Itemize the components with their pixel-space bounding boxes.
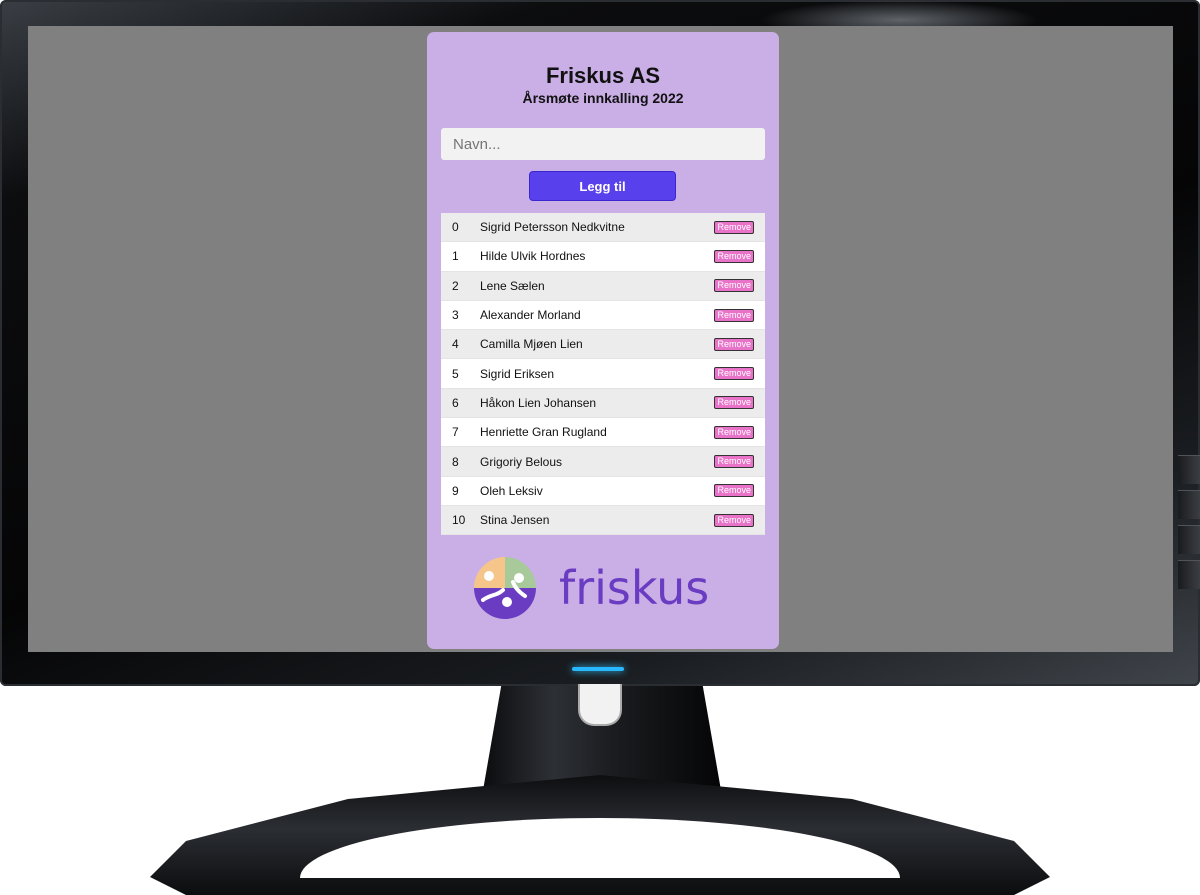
power-led <box>572 667 624 671</box>
row-name: Håkon Lien Johansen <box>480 395 597 410</box>
row-name: Stina Jensen <box>480 513 550 528</box>
add-button[interactable]: Legg til <box>529 171 676 201</box>
row-name: Henriette Gran Rugland <box>480 425 607 440</box>
row-name: Sigrid Eriksen <box>480 366 555 381</box>
friskus-logo-icon <box>474 557 536 619</box>
list-item: 1 Hilde Ulvik Hordnes Remove <box>441 242 765 272</box>
list-item: 4 Camilla Mjøen Lien Remove <box>441 330 765 360</box>
monitor-button <box>1178 490 1200 519</box>
list-item: 0 Sigrid Petersson Nedkvitne Remove <box>441 213 765 243</box>
row-index: 10 <box>452 513 466 528</box>
list-item: 10 Stina Jensen Remove <box>441 505 765 536</box>
list-item: 2 Lene Sælen Remove <box>441 271 765 301</box>
row-index: 9 <box>452 483 459 498</box>
row-index: 1 <box>452 249 459 264</box>
monitor-neck-hole <box>578 684 622 726</box>
row-name: Hilde Ulvik Hordnes <box>480 249 586 264</box>
row-name: Lene Sælen <box>480 278 545 293</box>
row-index: 5 <box>452 366 459 381</box>
remove-button[interactable]: Remove <box>714 484 754 498</box>
remove-button[interactable]: Remove <box>714 367 754 381</box>
row-name: Grigoriy Belous <box>480 454 563 469</box>
app-subtitle: Årsmøte innkalling 2022 <box>522 90 684 106</box>
monitor-screen: Friskus AS Årsmøte innkalling 2022 Legg … <box>28 26 1173 652</box>
row-index: 8 <box>452 454 459 469</box>
remove-button[interactable]: Remove <box>714 396 754 410</box>
list-item: 6 Håkon Lien Johansen Remove <box>441 388 765 419</box>
list-item: 8 Grigoriy Belous Remove <box>441 447 765 477</box>
row-name: Sigrid Petersson Nedkvitne <box>480 220 625 235</box>
remove-button[interactable]: Remove <box>714 337 754 351</box>
remove-button[interactable]: Remove <box>714 308 754 322</box>
row-index: 2 <box>452 278 459 293</box>
logo-wordmark: friskus <box>559 561 710 615</box>
row-index: 0 <box>452 220 459 235</box>
app-title: Friskus AS <box>545 63 661 88</box>
remove-button[interactable]: Remove <box>714 425 754 439</box>
monitor-button <box>1178 560 1200 589</box>
monitor-frame: Friskus AS Årsmøte innkalling 2022 Legg … <box>0 0 1200 686</box>
row-index: 6 <box>452 395 459 410</box>
monitor-side-buttons <box>1178 455 1200 589</box>
row-name: Camilla Mjøen Lien <box>480 337 583 352</box>
remove-button[interactable]: Remove <box>714 279 754 293</box>
remove-button[interactable]: Remove <box>714 249 754 263</box>
list-item: 9 Oleh Leksiv Remove <box>441 476 765 506</box>
row-index: 4 <box>452 337 459 352</box>
list-item: 7 Henriette Gran Rugland Remove <box>441 418 765 448</box>
name-input[interactable] <box>441 128 765 160</box>
row-name: Alexander Morland <box>480 308 581 323</box>
list-item: 3 Alexander Morland Remove <box>441 300 765 331</box>
list-item: 5 Sigrid Eriksen Remove <box>441 359 765 389</box>
remove-button[interactable]: Remove <box>714 220 754 234</box>
monitor-button <box>1178 455 1200 484</box>
row-index: 7 <box>452 425 459 440</box>
row-index: 3 <box>452 308 459 323</box>
remove-button[interactable]: Remove <box>714 513 754 527</box>
row-name: Oleh Leksiv <box>480 483 543 498</box>
friskus-logo: friskus <box>473 556 735 620</box>
app-card: Friskus AS Årsmøte innkalling 2022 Legg … <box>427 32 779 649</box>
monitor-button <box>1178 525 1200 554</box>
remove-button[interactable]: Remove <box>714 455 754 469</box>
attendee-list: 0 Sigrid Petersson Nedkvitne Remove 1 Hi… <box>441 213 765 536</box>
